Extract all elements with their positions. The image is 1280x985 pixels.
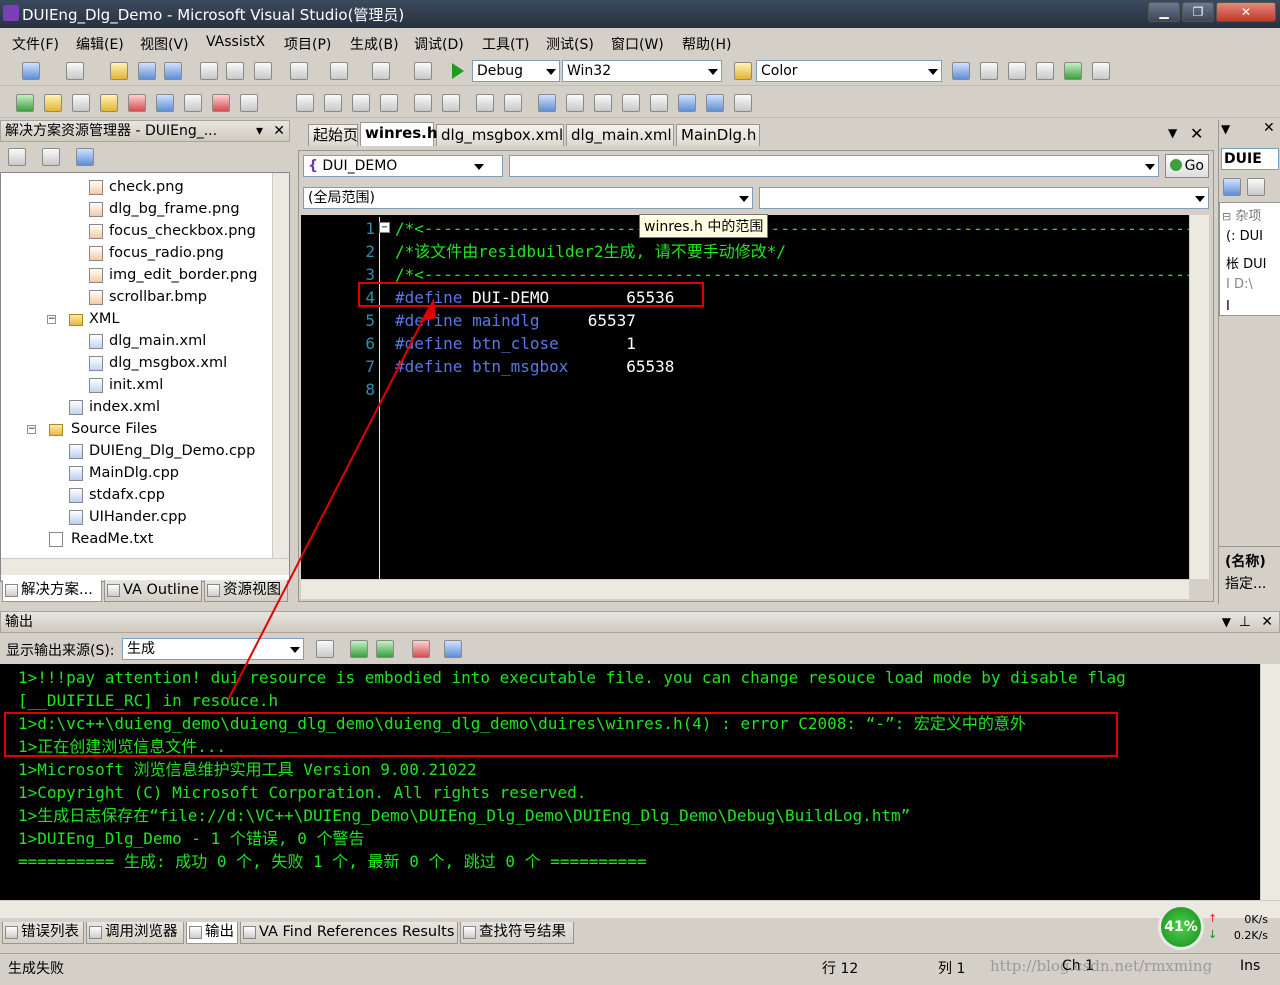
tab-winres-h[interactable]: winres.h (360, 122, 438, 146)
annotation-arrow (227, 298, 436, 701)
